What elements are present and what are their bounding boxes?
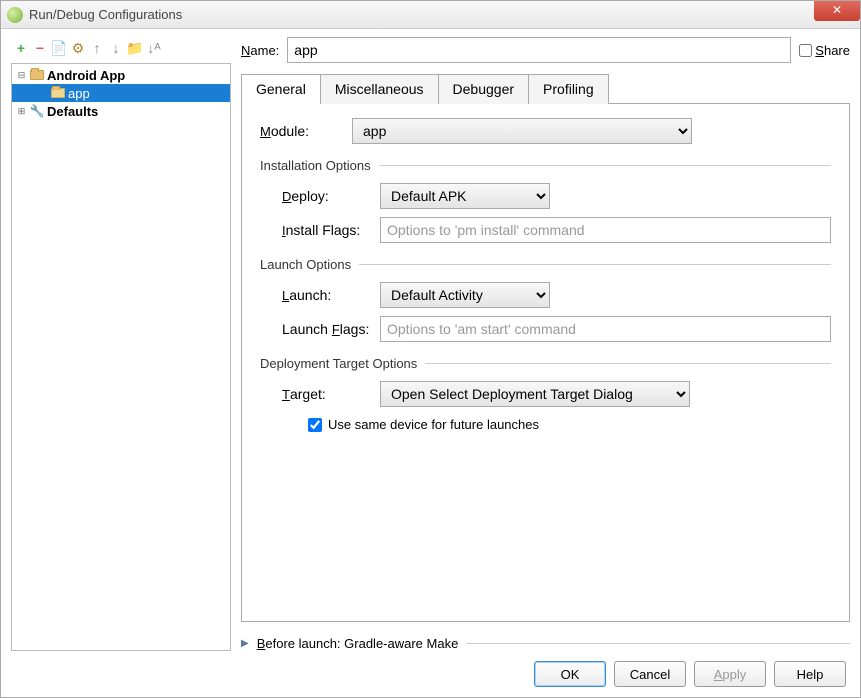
collapse-icon[interactable]: ⊟ — [16, 70, 27, 81]
move-down-button[interactable]: ↓ — [108, 40, 124, 56]
remove-config-button[interactable]: − — [32, 40, 48, 56]
right-pane: Name: Share General Miscellaneous Debugg… — [241, 37, 850, 651]
tab-general[interactable]: General — [241, 74, 321, 104]
app-icon — [7, 7, 23, 23]
window-title: Run/Debug Configurations — [29, 7, 182, 22]
install-flags-input[interactable] — [380, 217, 831, 243]
install-flags-label: Install Flags: — [282, 222, 370, 238]
help-button[interactable]: Help — [774, 661, 846, 687]
cancel-button[interactable]: Cancel — [614, 661, 686, 687]
tree-toolbar: + − 📄 ⚙ ↑ ↓ 📁 ↓ᴬ — [11, 37, 231, 59]
tree-node-label: Android App — [47, 68, 125, 83]
name-label: Name: — [241, 43, 279, 58]
target-label: Target: — [282, 386, 370, 402]
titlebar: Run/Debug Configurations ✕ — [1, 1, 860, 29]
deploy-label: Deploy: — [282, 188, 370, 204]
before-launch-section[interactable]: ▶ Before launch: Gradle-aware Make — [241, 636, 850, 651]
tree-node-label: app — [68, 86, 90, 101]
reuse-device-label: Use same device for future launches — [328, 417, 539, 432]
close-button[interactable]: ✕ — [814, 1, 860, 21]
name-input[interactable] — [287, 37, 791, 63]
tab-miscellaneous[interactable]: Miscellaneous — [320, 74, 439, 104]
wrench-icon: 🔧 — [29, 104, 45, 118]
tree-node-android-app[interactable]: ⊟ Android App — [12, 66, 230, 84]
module-select[interactable]: app — [352, 118, 692, 144]
folder-button[interactable]: 📁 — [127, 40, 143, 56]
launch-flags-input[interactable] — [380, 316, 831, 342]
tree-node-label: Defaults — [47, 104, 98, 119]
share-checkbox[interactable] — [799, 44, 812, 57]
move-up-button[interactable]: ↑ — [89, 40, 105, 56]
edit-defaults-button[interactable]: ⚙ — [70, 40, 86, 56]
left-pane: + − 📄 ⚙ ↑ ↓ 📁 ↓ᴬ ⊟ Android App app ⊞ 🔧 D… — [11, 37, 231, 651]
tab-debugger[interactable]: Debugger — [438, 74, 530, 104]
expand-triangle-icon[interactable]: ▶ — [241, 638, 249, 649]
expand-icon[interactable]: ⊞ — [16, 106, 27, 117]
section-launch-options: Launch Options — [260, 257, 831, 272]
target-select[interactable]: Open Select Deployment Target Dialog — [380, 381, 690, 407]
share-label: Share — [815, 43, 850, 58]
section-deployment-target: Deployment Target Options — [260, 356, 831, 371]
module-label: Module: — [260, 123, 342, 139]
launch-label: Launch: — [282, 287, 370, 303]
launch-select[interactable]: Default Activity — [380, 282, 550, 308]
tab-bar: General Miscellaneous Debugger Profiling — [241, 73, 850, 104]
folder-icon — [29, 68, 45, 82]
folder-icon — [50, 86, 66, 100]
tab-profiling[interactable]: Profiling — [528, 74, 609, 104]
dialog-footer: OK Cancel Apply Help — [1, 651, 860, 697]
tree-node-app[interactable]: app — [12, 84, 230, 102]
config-tree[interactable]: ⊟ Android App app ⊞ 🔧 Defaults — [11, 63, 231, 651]
tree-node-defaults[interactable]: ⊞ 🔧 Defaults — [12, 102, 230, 120]
ok-button[interactable]: OK — [534, 661, 606, 687]
add-config-button[interactable]: + — [13, 40, 29, 56]
sort-button[interactable]: ↓ᴬ — [146, 40, 162, 56]
launch-flags-label: Launch Flags: — [282, 321, 370, 337]
tab-body-general: Module: app Installation Options Deploy:… — [241, 104, 850, 622]
copy-config-button[interactable]: 📄 — [51, 40, 67, 56]
section-installation-options: Installation Options — [260, 158, 831, 173]
apply-button[interactable]: Apply — [694, 661, 766, 687]
before-launch-label: Before launch: Gradle-aware Make — [257, 636, 459, 651]
reuse-device-checkbox[interactable] — [308, 418, 322, 432]
deploy-select[interactable]: Default APK — [380, 183, 550, 209]
